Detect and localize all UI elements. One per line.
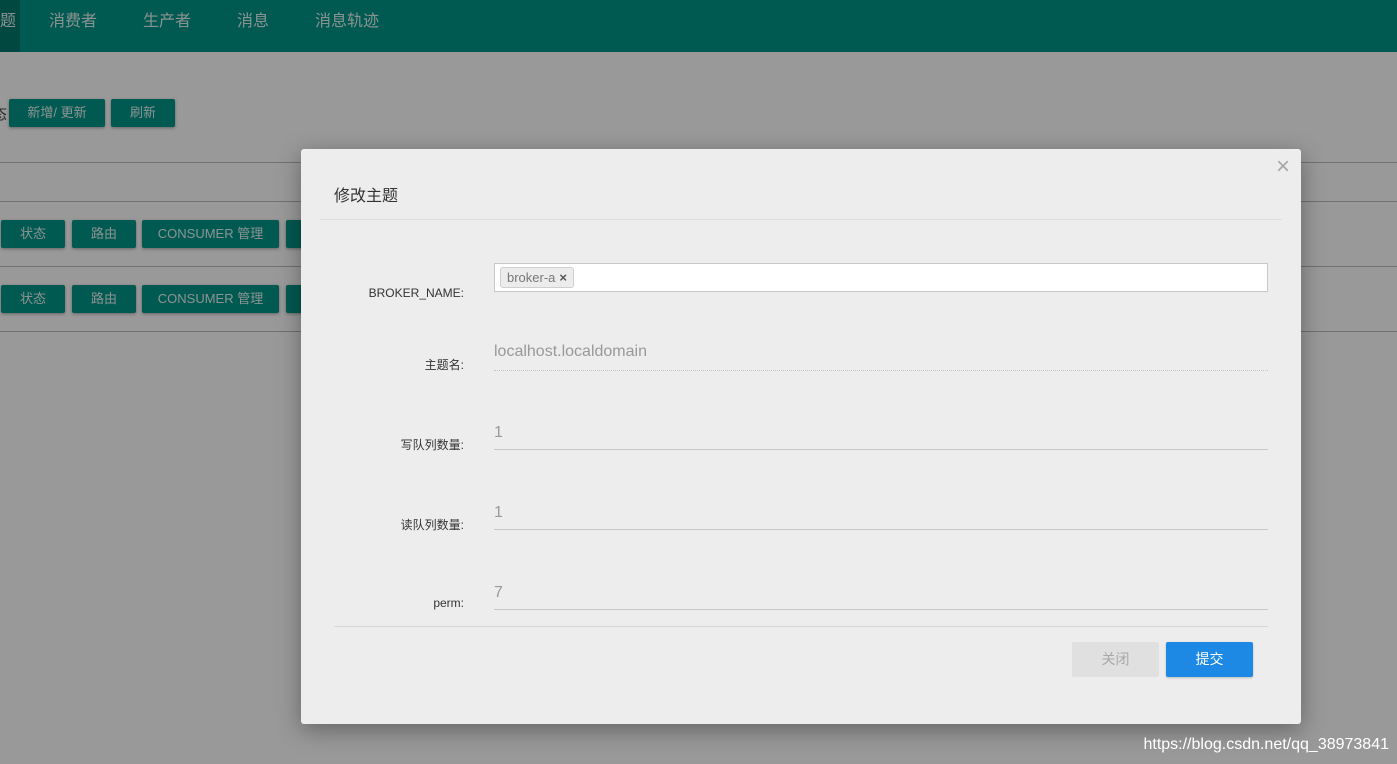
topic-name-underline	[494, 370, 1268, 371]
perm-underline	[494, 609, 1268, 610]
perm-input[interactable]: 7	[494, 582, 1268, 604]
read-queue-underline	[494, 529, 1268, 530]
perm-label: perm:	[433, 596, 464, 610]
write-queue-label: 写队列数量:	[400, 438, 464, 452]
close-button[interactable]: 关闭	[1072, 642, 1159, 677]
broker-name-label: BROKER_NAME:	[368, 286, 464, 300]
topic-name-field: localhost.localdomain	[494, 343, 647, 360]
write-queue-underline	[494, 449, 1268, 450]
footer-divider	[334, 626, 1268, 627]
broker-tag-label: broker-a	[507, 270, 556, 285]
dialog-title: 修改主题	[334, 188, 399, 205]
write-queue-input[interactable]: 1	[494, 422, 1268, 444]
broker-tag: broker-a ×	[500, 267, 575, 288]
read-queue-label: 读队列数量:	[400, 518, 464, 532]
broker-name-select[interactable]: broker-a ×	[494, 263, 1268, 292]
remove-tag-icon[interactable]: ×	[559, 268, 567, 287]
close-icon[interactable]: ×	[1273, 155, 1293, 179]
edit-topic-dialog: × 修改主题 BROKER_NAME: broker-a × 主题名: loca…	[301, 149, 1301, 724]
header-divider	[320, 219, 1282, 220]
topic-name-label: 主题名:	[424, 358, 464, 372]
read-queue-input[interactable]: 1	[494, 502, 1268, 524]
watermark: https://blog.csdn.net/qq_38973841	[1143, 736, 1389, 753]
submit-button[interactable]: 提交	[1166, 642, 1253, 677]
